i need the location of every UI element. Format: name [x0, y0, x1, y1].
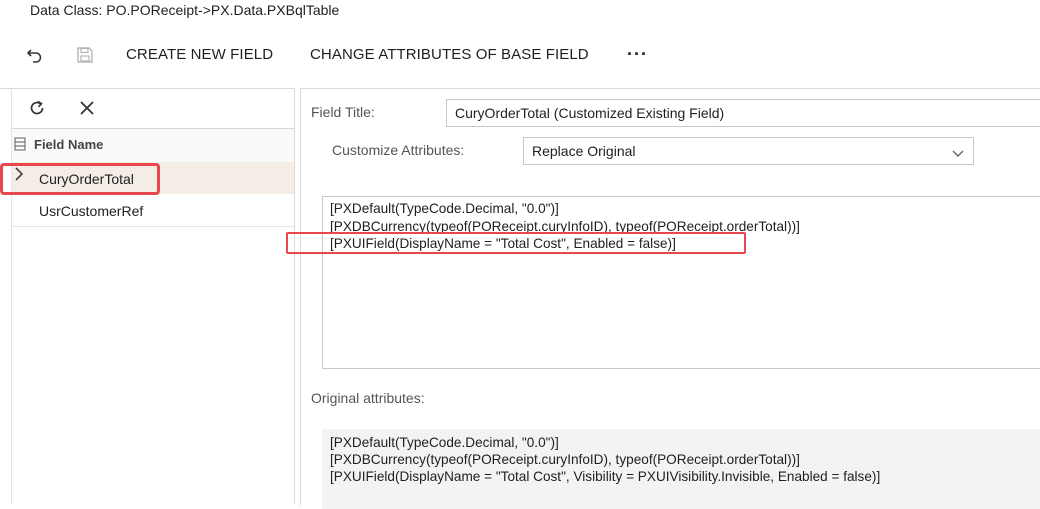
grid-settings-icon[interactable] [14, 137, 26, 154]
customize-attributes-select[interactable]: Replace Original [523, 137, 974, 165]
undo-icon[interactable] [24, 44, 46, 66]
field-title-input[interactable]: CuryOrderTotal (Customized Existing Fiel… [446, 99, 1040, 127]
refresh-icon[interactable] [26, 97, 48, 119]
list-item[interactable]: UsrCustomerRef [39, 203, 143, 219]
field-title-label: Field Title: [311, 104, 375, 120]
selection-highlight [0, 163, 160, 195]
panel-divider [0, 88, 294, 89]
original-code-line: [PXUIField(DisplayName = "Total Cost", V… [330, 469, 881, 484]
create-new-field-button[interactable]: CREATE NEW FIELD [126, 46, 273, 63]
original-attributes-label: Original attributes: [311, 390, 425, 406]
chevron-down-icon[interactable] [952, 145, 964, 161]
field-name-column-header[interactable]: Field Name [34, 137, 103, 152]
customize-attributes-label: Customize Attributes: [332, 142, 465, 158]
code-line: [PXDefault(TypeCode.Decimal, "0.0")] [330, 201, 559, 216]
save-icon[interactable] [74, 44, 96, 66]
close-icon[interactable] [76, 97, 98, 119]
change-attributes-button[interactable]: CHANGE ATTRIBUTES OF BASE FIELD [310, 46, 589, 63]
more-menu-button[interactable]: ··· [627, 44, 648, 65]
data-class-title: Data Class: PO.POReceipt->PX.Data.PXBqlT… [30, 2, 340, 18]
code-highlight [286, 232, 746, 254]
